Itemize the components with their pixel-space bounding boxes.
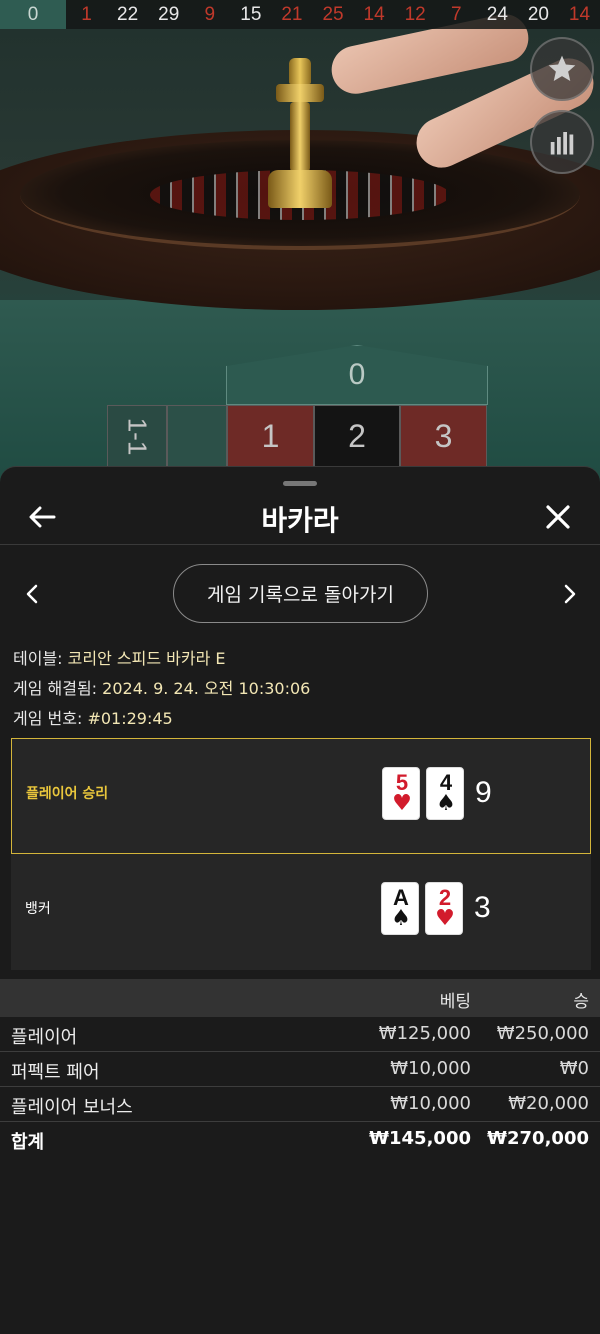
bet-row-win: ₩250,000 [496, 1023, 589, 1044]
roulette-cell-2: 2 [314, 405, 400, 467]
result-history-bar: 0 1 22 29 9 15 21 25 14 12 7 24 20 14 [0, 0, 600, 29]
history-number: 15 [240, 4, 262, 25]
wheel-turret-stem [290, 102, 310, 172]
bet-row-label: 플레이어 [11, 1027, 78, 1048]
total-label: 합계 [11, 1132, 45, 1153]
meta-resolved-label: 게임 해결됨: [13, 679, 98, 698]
bar-chart-icon [550, 132, 574, 155]
bet-row-amount: ₩10,000 [390, 1058, 471, 1079]
meta-table: 테이블: 코리안 스피드 바카라 E [13, 645, 226, 669]
bet-total-row: 합계 ₩145,000 ₩270,000 [0, 1122, 600, 1157]
game-detail-sheet: 바카라 게임 기록으로 돌아가기 테이블: 코리안 스피드 바카라 E 게임 해… [0, 466, 600, 1334]
meta-resolved: 게임 해결됨: 2024. 9. 24. 오전 10:30:06 [13, 675, 310, 699]
history-number: 22 [117, 4, 139, 25]
player-score: 9 [475, 776, 492, 809]
column-label-text: 1-1 [122, 417, 153, 455]
heart-icon: ♥ [392, 791, 412, 816]
banker-score: 3 [474, 891, 491, 924]
history-number: 14 [363, 4, 385, 25]
history-number: 20 [527, 4, 549, 25]
chevron-left-icon [26, 584, 38, 604]
chevron-right-icon [564, 584, 576, 604]
history-number: 25 [322, 4, 344, 25]
history-number: 24 [486, 4, 508, 25]
meta-table-value: 코리안 스피드 바카라 E [67, 649, 226, 668]
history-number: 9 [204, 4, 216, 25]
star-icon [548, 55, 576, 81]
meta-table-label: 테이블: [13, 649, 63, 668]
roulette-column-label: 1-1 [107, 405, 167, 467]
spade-icon: ♠ [436, 791, 456, 816]
previous-game-button[interactable] [18, 579, 46, 609]
roulette-cell-1: 1 [227, 405, 314, 467]
bets-table-header: 베팅 승 [0, 979, 600, 1017]
bet-row: 플레이어 보너스 ₩10,000 ₩20,000 [0, 1087, 600, 1122]
win-column-header: 승 [573, 992, 589, 1012]
wheel-turret-base [268, 170, 332, 208]
history-number: 14 [568, 4, 591, 25]
meta-game-number-label: 게임 번호: [13, 709, 83, 728]
heart-icon: ♥ [435, 906, 455, 931]
meta-resolved-value: 2024. 9. 24. 오전 10:30:06 [102, 679, 311, 698]
sheet-grabber[interactable] [283, 481, 317, 486]
roulette-empty-cell [167, 405, 227, 467]
history-number: 29 [158, 4, 180, 25]
bet-row-win: ₩0 [559, 1058, 589, 1079]
spade-icon: ♠ [391, 906, 411, 931]
bet-column-header: 베팅 [439, 992, 471, 1012]
bet-row-label: 플레이어 보너스 [11, 1097, 133, 1118]
bet-row: 퍼펙트 페어 ₩10,000 ₩0 [0, 1052, 600, 1087]
back-to-history-button[interactable]: 게임 기록으로 돌아가기 [173, 564, 428, 623]
close-icon [546, 505, 570, 529]
sheet-title: 바카라 [261, 504, 339, 537]
player-result-row: 플레이어 승리 5 ♥ 4 ♠ 9 [11, 738, 591, 854]
bet-row-amount: ₩10,000 [390, 1093, 471, 1114]
close-button[interactable] [538, 497, 578, 537]
roulette-cell-3: 3 [400, 405, 487, 467]
playing-card: 5 ♥ [382, 767, 420, 820]
live-video: 0 1-1 1 2 3 0 1 22 29 9 15 21 25 14 12 7 24 20 14 [0, 0, 600, 500]
banker-result-row: 뱅커 A ♠ 2 ♥ 3 [11, 854, 591, 970]
total-win: ₩270,000 [487, 1128, 589, 1149]
meta-game-number-value: #01:29:45 [87, 709, 173, 728]
bet-row-label: 퍼펙트 페어 [11, 1062, 100, 1083]
history-number: 12 [404, 4, 426, 25]
bet-row-win: ₩20,000 [508, 1093, 589, 1114]
history-number: 7 [450, 4, 462, 25]
divider [0, 544, 600, 545]
playing-card: A ♠ [381, 882, 419, 935]
meta-game-number: 게임 번호: #01:29:45 [13, 705, 173, 729]
wheel-turret-top [289, 58, 311, 84]
next-game-button[interactable] [556, 579, 584, 609]
history-number: 0 [0, 0, 66, 29]
playing-card: 2 ♥ [425, 882, 463, 935]
player-result-label: 플레이어 승리 [26, 786, 109, 802]
playing-card: 4 ♠ [426, 767, 464, 820]
banker-result-label: 뱅커 [25, 901, 51, 917]
statistics-button[interactable] [530, 110, 594, 174]
bet-row-amount: ₩125,000 [378, 1023, 471, 1044]
wheel-turret-cap [276, 84, 324, 102]
total-bet: ₩145,000 [369, 1128, 471, 1149]
history-number: 21 [281, 4, 303, 25]
history-number: 1 [81, 4, 92, 25]
favorite-button[interactable] [530, 37, 594, 101]
bet-row: 플레이어 ₩125,000 ₩250,000 [0, 1017, 600, 1052]
